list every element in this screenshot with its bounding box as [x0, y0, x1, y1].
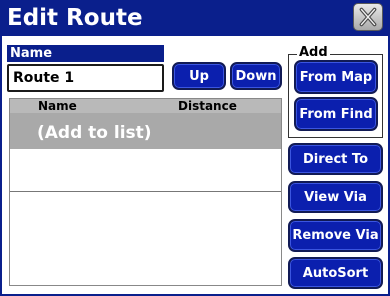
- autosort-button[interactable]: AutoSort: [288, 257, 383, 289]
- list-item[interactable]: (Add to list): [10, 113, 281, 149]
- from-map-button[interactable]: From Map: [294, 60, 378, 94]
- close-icon: [359, 7, 377, 27]
- up-button[interactable]: Up: [172, 62, 226, 90]
- add-group-label: Add: [297, 45, 330, 60]
- route-waypoint-list[interactable]: Name Distance (Add to list): [9, 98, 282, 286]
- list-divider: [10, 191, 281, 192]
- column-header-name[interactable]: Name: [38, 99, 77, 113]
- from-find-button[interactable]: From Find: [294, 97, 378, 131]
- add-to-list-item[interactable]: (Add to list): [37, 123, 152, 143]
- view-via-button[interactable]: View Via: [288, 181, 383, 213]
- direct-to-button[interactable]: Direct To: [288, 143, 383, 175]
- route-name-input[interactable]: Route 1: [7, 64, 164, 92]
- down-button[interactable]: Down: [230, 62, 282, 90]
- close-button[interactable]: [353, 3, 383, 31]
- title-bar: Edit Route: [0, 0, 390, 36]
- name-label: Name: [7, 45, 164, 62]
- remove-via-button[interactable]: Remove Via: [288, 219, 383, 252]
- window-title: Edit Route: [7, 5, 143, 31]
- list-header: Name Distance: [10, 99, 281, 113]
- column-header-distance[interactable]: Distance: [178, 99, 237, 113]
